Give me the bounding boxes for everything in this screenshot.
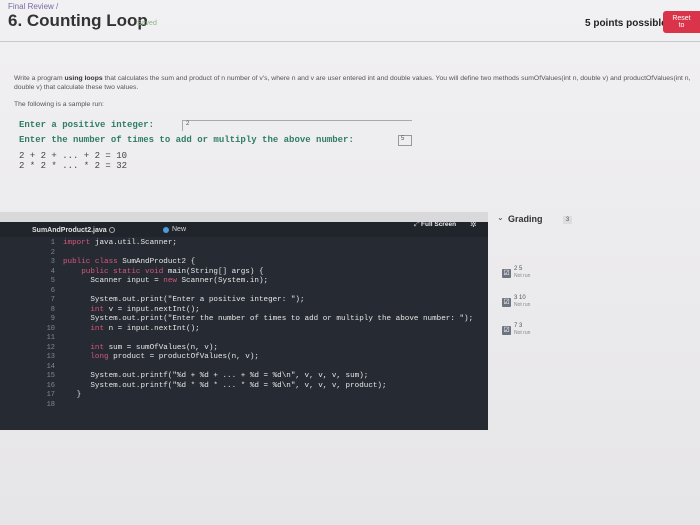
sample-input-times: 5 bbox=[398, 135, 412, 146]
test-case-2[interactable]: ☑ 3 10 Not run bbox=[502, 295, 562, 311]
test-status: Not run bbox=[514, 302, 531, 308]
code-content[interactable]: import java.util.Scanner; public class S… bbox=[63, 239, 473, 401]
line-numbers: 1 2 3 4 5 6 7 8 9 10 11 12 13 14 15 16 17 18 bbox=[43, 239, 55, 410]
chevron-down-icon[interactable]: ⌄ bbox=[497, 213, 504, 222]
settings-gear-icon[interactable]: ✲ bbox=[470, 220, 477, 229]
sample-prompt-integer: Enter a positive integer: bbox=[19, 120, 155, 130]
new-file-icon[interactable] bbox=[163, 227, 169, 233]
sample-prompt-times: Enter the number of times to add or mult… bbox=[19, 135, 354, 145]
test-value: 3 10 bbox=[514, 295, 526, 301]
line-number: 3 bbox=[50, 258, 55, 266]
line-number: 9 bbox=[50, 315, 55, 323]
problem-description: Write a program using loops that calcula… bbox=[14, 74, 694, 92]
header-divider bbox=[0, 41, 700, 42]
full-screen-icon[interactable]: ⤢ bbox=[414, 221, 420, 229]
test-value: 7 3 bbox=[514, 323, 523, 329]
line-number: 2 bbox=[50, 248, 55, 257]
sample-input-integer: 2 bbox=[182, 120, 412, 131]
sample-output-product: 2 * 2 * ... * 2 = 32 bbox=[19, 161, 128, 171]
page-title: 6. Counting Loop bbox=[8, 11, 148, 30]
line-number: 11 bbox=[46, 334, 55, 342]
line-number: 6 bbox=[50, 286, 55, 295]
reset-button[interactable]: Reset to bbox=[663, 11, 700, 33]
line-number: 10 bbox=[46, 324, 55, 333]
test-status: Not run bbox=[514, 330, 531, 336]
desc-rest: that calculates the sum and product of n… bbox=[14, 75, 691, 91]
line-number: 15 bbox=[46, 372, 55, 380]
file-status-icon bbox=[109, 227, 115, 233]
line-number: 7 bbox=[50, 296, 55, 304]
line-number: 17 bbox=[46, 391, 55, 399]
line-number: 1 bbox=[50, 239, 55, 247]
line-number: 16 bbox=[46, 381, 55, 390]
sample-run-label: The following is a sample run: bbox=[14, 101, 104, 108]
grading-header[interactable]: Grading bbox=[508, 214, 543, 224]
sample-output-sum: 2 + 2 + ... + 2 = 10 bbox=[19, 151, 128, 161]
grading-count-badge: 3 bbox=[563, 216, 572, 224]
breadcrumb[interactable]: Final Review / bbox=[8, 2, 58, 11]
points-possible: 5 points possible bbox=[585, 18, 667, 29]
line-number: 5 bbox=[50, 277, 55, 285]
line-number: 8 bbox=[50, 305, 55, 314]
line-number: 4 bbox=[50, 267, 55, 276]
file-tab[interactable]: SumAndProduct2.java bbox=[32, 227, 107, 234]
full-screen-button[interactable]: Full Screen bbox=[421, 221, 456, 228]
line-number: 13 bbox=[46, 353, 55, 361]
line-number: 14 bbox=[46, 362, 55, 371]
desc-prefix: Write a program bbox=[14, 75, 65, 82]
test-checkbox-icon[interactable]: ☑ bbox=[502, 269, 511, 278]
test-case-1[interactable]: ☑ 2 5 Not run bbox=[502, 266, 562, 282]
test-status: Not run bbox=[514, 273, 531, 279]
saved-status: Saved bbox=[137, 20, 157, 27]
line-number: 18 bbox=[46, 400, 55, 409]
test-checkbox-icon[interactable]: ☑ bbox=[502, 298, 511, 307]
desc-bold: using loops bbox=[64, 75, 103, 82]
new-file-button[interactable]: New bbox=[172, 226, 186, 233]
test-value: 2 5 bbox=[514, 266, 523, 272]
test-checkbox-icon[interactable]: ☑ bbox=[502, 326, 511, 335]
line-number: 12 bbox=[46, 343, 55, 352]
test-case-3[interactable]: ☑ 7 3 Not run bbox=[502, 323, 562, 339]
